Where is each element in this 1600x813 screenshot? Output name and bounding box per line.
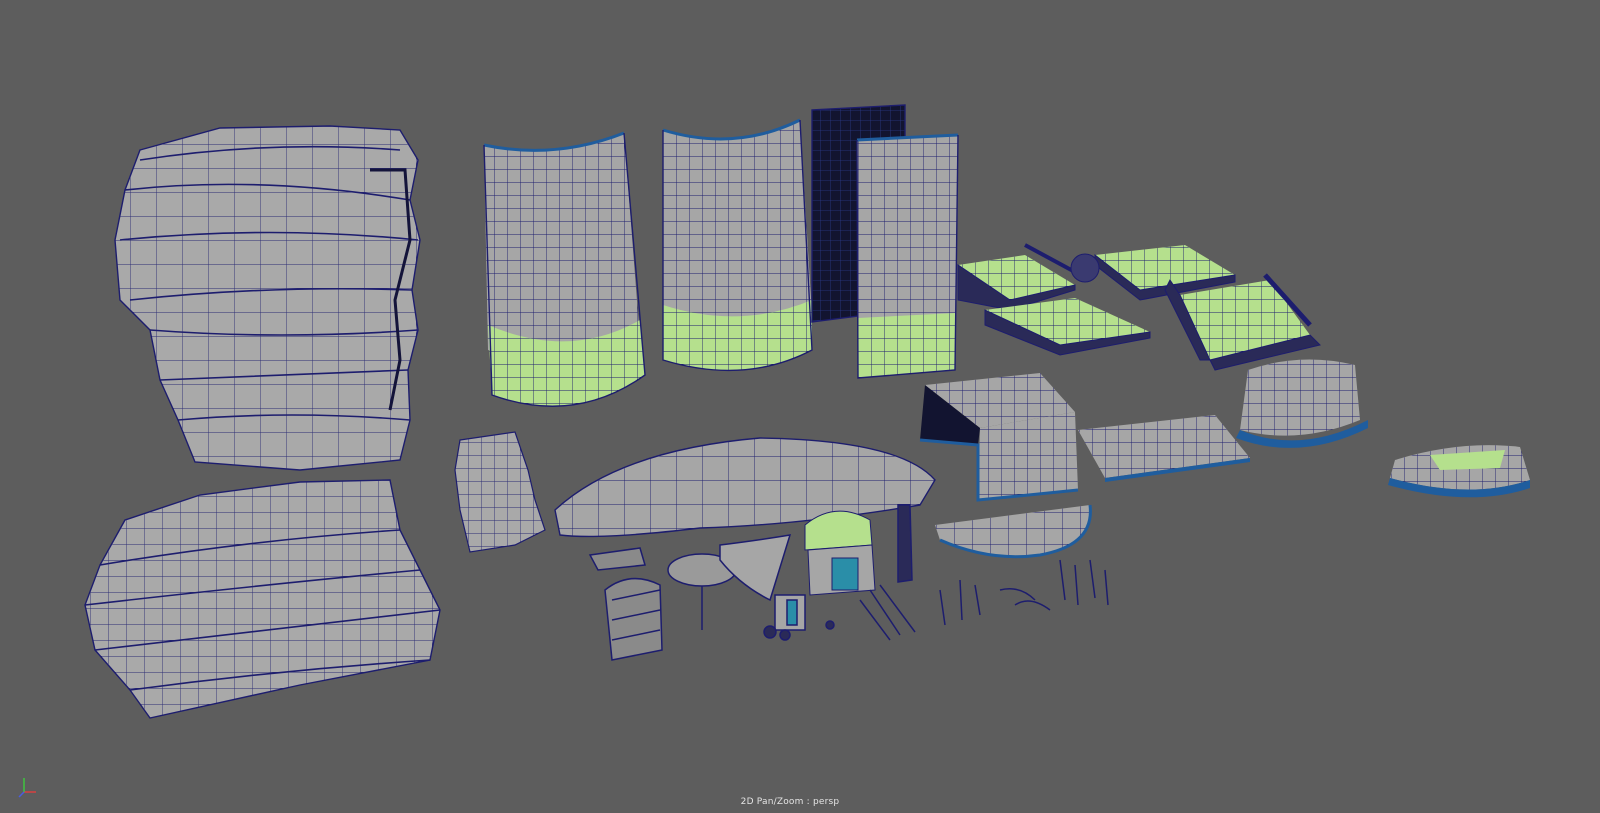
rock-large-mesh[interactable] [114,125,421,471]
hut-green-roof-mesh[interactable] [804,510,876,596]
tower-curved-1-mesh[interactable] [483,131,646,407]
platform-1-mesh[interactable] [957,243,1076,311]
rock-small-mesh[interactable] [454,431,546,553]
tunnel-arch-mesh[interactable] [919,373,1079,502]
rock-flat-mesh[interactable] [84,479,441,719]
ledge-curved-mesh[interactable] [1388,445,1530,498]
dome-roof-mesh[interactable] [554,437,936,538]
ground-plane-mesh[interactable] [1078,415,1250,482]
half-disc-mesh[interactable] [935,504,1092,559]
tower-curved-2-mesh[interactable] [662,118,813,372]
wall-flat-mesh[interactable] [856,133,959,379]
camera-label: 2D Pan/Zoom : persp [740,797,840,807]
maya-perspective-viewport[interactable]: 2D Pan/Zoom : persp [0,0,1600,813]
scene-canvas[interactable] [0,0,1600,813]
axis-gizmo [18,778,36,798]
pedestal-round-mesh[interactable] [1236,359,1368,448]
